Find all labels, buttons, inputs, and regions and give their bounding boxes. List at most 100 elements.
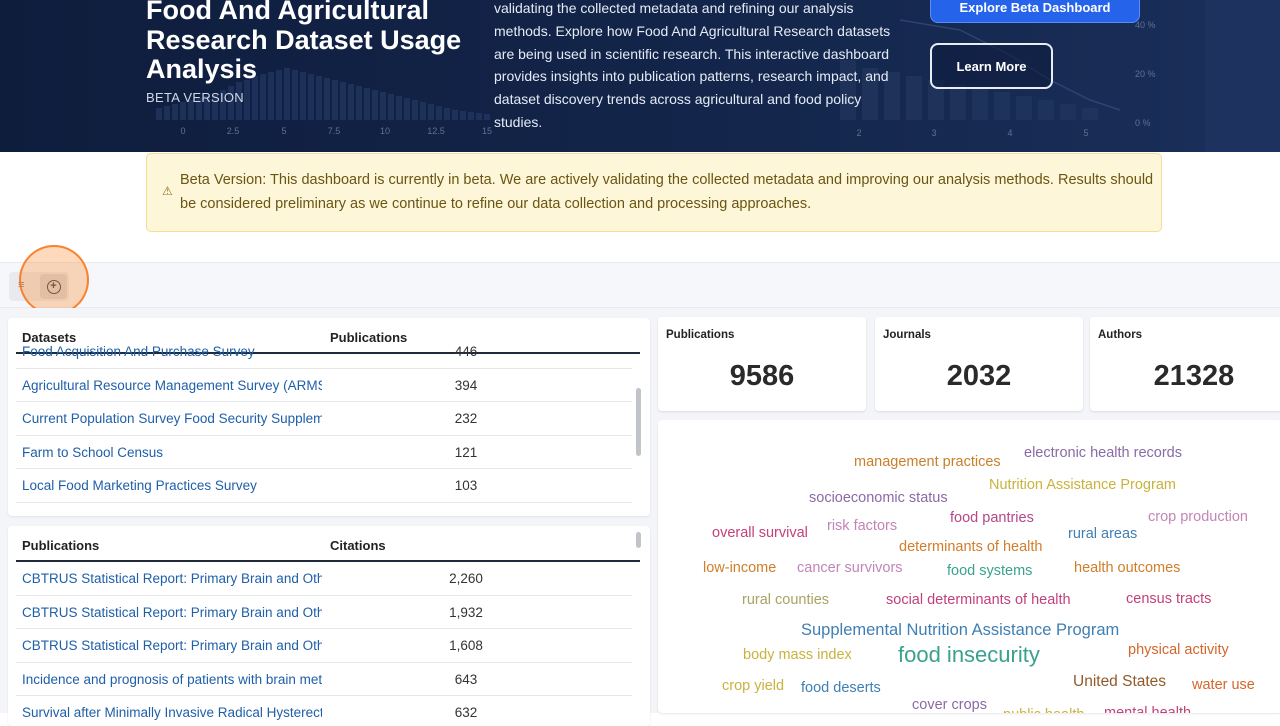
word-cloud-term[interactable]: mental health bbox=[1104, 705, 1191, 713]
page-title: Food And Agricultural Research Dataset U… bbox=[146, 0, 462, 84]
word-cloud-term[interactable]: food insecurity bbox=[898, 642, 1040, 668]
word-cloud-term[interactable]: social determinants of health bbox=[886, 592, 1071, 608]
hero-bg-bar bbox=[1016, 96, 1032, 120]
table-row[interactable]: Agricultural Resource Management Survey … bbox=[16, 369, 632, 402]
beta-notice: ⚠ Beta Version: This dashboard is curren… bbox=[146, 153, 1162, 232]
table-row[interactable]: Farm to School Census 121 bbox=[16, 436, 632, 469]
kpi-value: 9586 bbox=[729, 360, 795, 392]
row-title-link[interactable]: Farm to School Census bbox=[22, 436, 322, 469]
table-row[interactable]: CBTRUS Statistical Report: Primary Brain… bbox=[16, 629, 632, 663]
word-cloud-term[interactable]: health outcomes bbox=[1074, 560, 1180, 576]
table-row[interactable]: Incidence and prognosis of patients with… bbox=[16, 663, 632, 696]
hero-bg-bar bbox=[388, 94, 394, 120]
explore-beta-dashboard-button[interactable]: Explore Beta Dashboard bbox=[930, 0, 1140, 23]
hero-bg-bar bbox=[420, 102, 426, 120]
filter-icon[interactable]: ≡ bbox=[18, 279, 24, 291]
datasets-scrollbar[interactable] bbox=[636, 388, 641, 456]
kpi-authors: Authors 21328 bbox=[1090, 317, 1280, 411]
hero-bg-bar bbox=[332, 80, 338, 120]
hero-bg-bar bbox=[1038, 100, 1054, 120]
word-cloud-term[interactable]: risk factors bbox=[827, 518, 897, 534]
kpi-value: 2032 bbox=[946, 360, 1012, 392]
hero-bg-bar bbox=[994, 92, 1010, 120]
hero-bg-bar bbox=[460, 111, 466, 120]
hero-bg-tick: 7.5 bbox=[328, 126, 341, 136]
word-cloud-term[interactable]: determinants of health bbox=[899, 539, 1042, 555]
column-header-citations[interactable]: Citations bbox=[330, 538, 386, 553]
hero-bg-bar bbox=[452, 110, 458, 120]
word-cloud-term[interactable]: management practices bbox=[854, 454, 1001, 470]
word-cloud-term[interactable]: Nutrition Assistance Program bbox=[989, 477, 1176, 493]
hero-banner: 0 2.5 5 7.5 10 12.5 15 2 3 4 5 40 % 20 % 0 % Food And… bbox=[0, 0, 1280, 152]
word-cloud-term[interactable]: electronic health records bbox=[1024, 445, 1182, 461]
row-count: 1,932 bbox=[449, 604, 483, 620]
keyword-word-cloud: management practices electronic health re… bbox=[658, 420, 1280, 713]
hero-bg-tick: 4 bbox=[1007, 128, 1012, 138]
add-filter-button[interactable]: + bbox=[40, 274, 67, 299]
word-cloud-term[interactable]: physical activity bbox=[1128, 642, 1229, 658]
row-title-link[interactable]: Incidence and prognosis of patients with… bbox=[22, 663, 322, 696]
hero-bg-bar bbox=[444, 108, 450, 120]
word-cloud-term[interactable]: rural counties bbox=[742, 592, 829, 608]
kpi-value: 21328 bbox=[1153, 360, 1235, 392]
publications-scrollbar[interactable] bbox=[636, 532, 641, 548]
word-cloud-term[interactable]: socioeconomic status bbox=[809, 490, 948, 506]
row-count: 643 bbox=[454, 671, 478, 687]
word-cloud-term[interactable]: body mass index bbox=[743, 647, 852, 663]
table-row[interactable]: Current Population Survey Food Security … bbox=[16, 402, 632, 436]
hero-bg-pct: 0 % bbox=[1135, 118, 1151, 128]
word-cloud-term[interactable]: water use bbox=[1192, 677, 1255, 693]
datasets-table: Datasets Publications Food Acquisition A… bbox=[8, 318, 650, 516]
word-cloud-term[interactable]: United States bbox=[1073, 673, 1166, 691]
hero-bg-tick: 5 bbox=[281, 126, 286, 136]
row-title-link[interactable]: Local Food Marketing Practices Survey bbox=[22, 469, 322, 502]
table-row[interactable]: Survival after Minimally Invasive Radica… bbox=[16, 696, 632, 726]
beta-notice-text: Beta Version: This dashboard is currentl… bbox=[180, 172, 1154, 212]
row-count: 446 bbox=[454, 344, 478, 359]
word-cloud-term[interactable]: crop yield bbox=[722, 678, 784, 694]
word-cloud-term[interactable]: low-income bbox=[703, 560, 776, 576]
row-title-link[interactable]: CBTRUS Statistical Report: Primary Brain… bbox=[22, 562, 322, 595]
kpi-publications: Publications 9586 bbox=[658, 317, 866, 411]
hero-bg-tick: 10 bbox=[380, 126, 390, 136]
word-cloud-term[interactable]: food systems bbox=[947, 563, 1032, 579]
row-count: 1,608 bbox=[449, 638, 483, 653]
hero-bg-bar bbox=[428, 104, 434, 120]
word-cloud-term[interactable]: cancer survivors bbox=[797, 560, 903, 576]
row-title-link[interactable]: Agricultural Resource Management Survey … bbox=[22, 369, 322, 402]
row-title-link[interactable]: Survival after Minimally Invasive Radica… bbox=[22, 696, 322, 726]
word-cloud-term[interactable]: food pantries bbox=[950, 510, 1034, 526]
row-count: 232 bbox=[454, 411, 478, 426]
row-title-link[interactable]: Food Acquisition And Purchase Survey bbox=[22, 335, 322, 368]
word-cloud-term[interactable]: Supplemental Nutrition Assistance Progra… bbox=[801, 621, 1119, 640]
row-title-link[interactable]: CBTRUS Statistical Report: Primary Brain… bbox=[22, 629, 322, 662]
hero-bg-bar bbox=[476, 113, 482, 120]
learn-more-button[interactable]: Learn More bbox=[930, 43, 1053, 89]
publications-table: Publications Citations CBTRUS Statistica… bbox=[8, 526, 650, 726]
hero-bg-tick: 0 bbox=[180, 126, 185, 136]
hero-bg-bar bbox=[1060, 104, 1076, 120]
beta-version-label: BETA VERSION bbox=[146, 90, 244, 105]
row-title-link[interactable]: CBTRUS Statistical Report: Primary Brain… bbox=[22, 596, 322, 629]
table-row[interactable]: CBTRUS Statistical Report: Primary Brain… bbox=[16, 562, 632, 596]
hero-bg-bar bbox=[412, 100, 418, 120]
hero-bg-bar bbox=[156, 108, 162, 120]
word-cloud-term[interactable]: crop production bbox=[1148, 509, 1248, 525]
hero-bg-bar bbox=[972, 88, 988, 120]
column-header-publications-title[interactable]: Publications bbox=[22, 538, 99, 553]
warning-icon: ⚠ bbox=[162, 184, 173, 198]
hero-bg-tick: 2.5 bbox=[227, 126, 240, 136]
table-row[interactable]: Food Acquisition And Purchase Survey 446 bbox=[16, 335, 632, 369]
hero-bg-bar bbox=[1082, 108, 1098, 120]
row-title-link[interactable]: Current Population Survey Food Security … bbox=[22, 402, 322, 435]
word-cloud-term[interactable]: overall survival bbox=[712, 525, 808, 541]
table-row[interactable]: CBTRUS Statistical Report: Primary Brain… bbox=[16, 596, 632, 629]
plus-circle-icon: + bbox=[46, 279, 61, 294]
hero-bg-bar bbox=[484, 114, 490, 120]
word-cloud-term[interactable]: rural areas bbox=[1068, 526, 1137, 542]
word-cloud-term[interactable]: cover crops bbox=[912, 697, 987, 713]
table-row[interactable]: Local Food Marketing Practices Survey 103 bbox=[16, 469, 632, 503]
word-cloud-term[interactable]: census tracts bbox=[1126, 591, 1211, 607]
word-cloud-term[interactable]: public health bbox=[1003, 707, 1084, 713]
word-cloud-term[interactable]: food deserts bbox=[801, 680, 881, 696]
